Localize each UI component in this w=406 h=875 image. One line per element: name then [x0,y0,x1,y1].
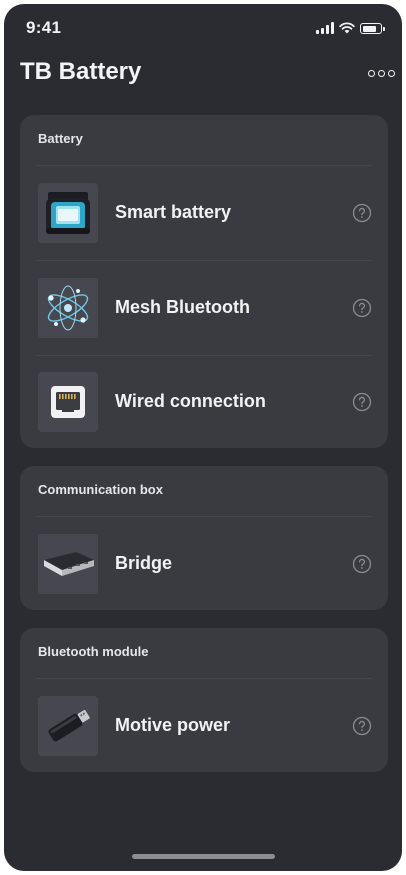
section-bluetooth-module: Bluetooth module Motive power [20,628,388,772]
list-item-label: Mesh Bluetooth [115,297,250,317]
ethernet-port-icon [38,372,98,432]
help-icon[interactable] [352,554,372,574]
list-item-mesh-bluetooth[interactable]: Mesh Bluetooth [20,261,388,355]
list-item-motive-power[interactable]: Motive power [20,679,388,773]
more-dot-icon [387,69,395,77]
app-title: TB Battery [20,58,142,85]
help-icon[interactable] [352,392,372,412]
list-item-smart-battery[interactable]: Smart battery [20,166,388,260]
section-title: Bluetooth module [38,644,149,659]
section-battery: Battery Smart battery Mesh Bluetooth Wir… [20,115,388,448]
status-bar: 9:41 [4,4,402,50]
section-title: Communication box [38,482,163,497]
help-icon[interactable] [352,203,372,223]
battery-status-icon [360,23,385,34]
header: TB Battery [4,54,402,94]
list-item-bridge[interactable]: Bridge [20,517,388,611]
help-icon[interactable] [352,716,372,736]
status-time: 9:41 [26,18,62,37]
wifi-icon [339,22,355,34]
mesh-bluetooth-icon [38,278,98,338]
smart-battery-icon [38,183,98,243]
list-item-wired-connection[interactable]: Wired connection [20,355,388,449]
more-options-button[interactable] [364,60,398,86]
cellular-signal-icon [316,22,334,34]
section-title: Battery [38,131,83,146]
more-dot-icon [367,69,375,77]
home-indicator[interactable] [132,854,275,859]
bluetooth-dongle-icon [38,696,98,756]
more-dot-icon [377,69,385,77]
help-icon[interactable] [352,298,372,318]
app-screen: 9:41 TB Battery Battery Smart battery Me… [4,4,402,871]
section-communication-box: Communication box Bridge [20,466,388,610]
list-item-label: Motive power [115,715,231,735]
list-item-label: Wired connection [115,391,266,411]
status-icons [316,20,385,34]
list-item-label: Bridge [115,553,173,573]
bridge-device-icon [38,534,98,594]
list-item-label: Smart battery [115,202,232,222]
